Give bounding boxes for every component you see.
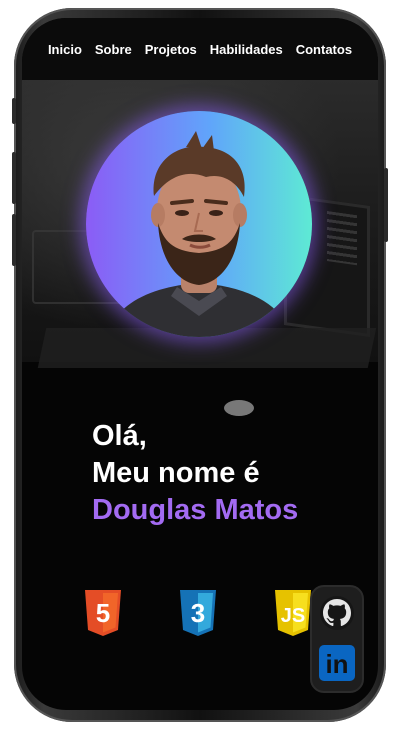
nav-contatos[interactable]: Contatos [296,42,352,57]
html5-icon-label: 5 [96,598,110,628]
hero-name: Douglas Matos [92,494,299,526]
greeting-line-1: Olá, [92,420,147,452]
linkedin-icon[interactable]: in [319,645,355,681]
profile-avatar [86,111,312,337]
nav-sobre[interactable]: Sobre [95,42,132,57]
nav-projetos[interactable]: Projetos [145,42,197,57]
hero-greeting: Olá, Meu nome é Douglas Matos [92,418,298,529]
javascript-icon: JS [275,590,311,636]
nav-habilidades[interactable]: Habilidades [210,42,283,57]
volume-down-button-2 [12,214,16,266]
top-navigation: Inicio Sobre Projetos Habilidades Contat… [22,18,378,80]
social-links-panel: in [310,585,364,693]
nav-inicio[interactable]: Inicio [48,42,82,57]
github-icon[interactable] [319,595,355,631]
person-portrait-icon [106,131,292,337]
volume-up-button [12,98,16,124]
css3-icon: 3 [180,590,216,636]
javascript-icon-label: JS [281,605,305,627]
linkedin-icon-label: in [325,649,348,679]
css3-icon-label: 3 [191,598,205,628]
background-cup [224,400,254,416]
power-button [384,168,388,242]
html5-icon: 5 [85,590,121,636]
screen: Inicio Sobre Projetos Habilidades Contat… [22,18,378,710]
greeting-line-2: Meu nome é [92,457,260,489]
volume-down-button [12,152,16,204]
